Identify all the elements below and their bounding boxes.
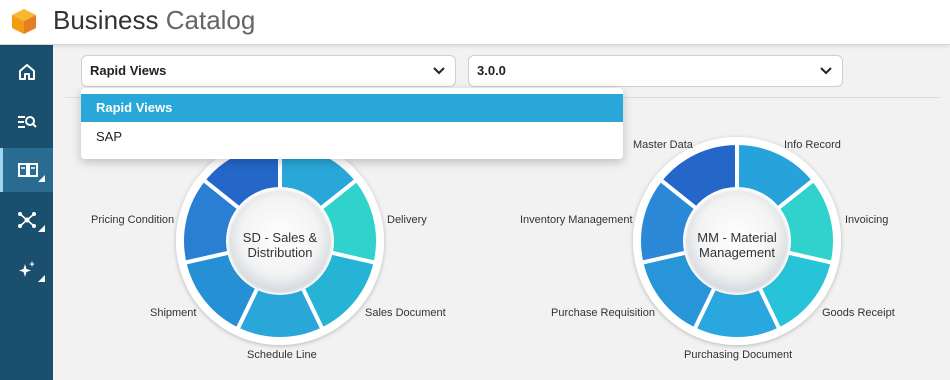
expand-corner-icon xyxy=(38,175,45,182)
center-line: SD - Sales & xyxy=(242,230,318,245)
dropdown-option-sap[interactable]: SAP xyxy=(81,123,623,151)
app-title: Business Catalog xyxy=(53,5,255,36)
app-title-sub: Catalog xyxy=(165,5,256,35)
sidebar-item-search[interactable] xyxy=(0,100,53,144)
app-header: Business Catalog xyxy=(0,0,950,45)
search-list-icon xyxy=(17,116,37,128)
sparkle-icon xyxy=(18,261,35,277)
sidebar-item-network[interactable] xyxy=(0,198,53,242)
dropdown-option-rapid-views[interactable]: Rapid Views xyxy=(81,94,623,122)
segment-label-info-record[interactable]: Info Record xyxy=(784,139,841,151)
book-icon xyxy=(18,163,38,177)
segment-label-purchasing-document[interactable]: Purchasing Document xyxy=(684,349,792,361)
mm-wheel-center-label[interactable]: MM - Material Management xyxy=(677,230,797,260)
center-line: Management xyxy=(699,245,775,260)
sd-wheel-center-label[interactable]: SD - Sales & Distribution xyxy=(220,230,340,260)
segment-label-master-data[interactable]: Master Data xyxy=(633,139,693,151)
sidebar-item-ai[interactable] xyxy=(0,248,53,292)
segment-label-goods-receipt[interactable]: Goods Receipt xyxy=(822,307,895,319)
view-select-value: Rapid Views xyxy=(90,63,167,78)
center-line: MM - Material xyxy=(697,230,777,245)
segment-label-sales-document[interactable]: Sales Document xyxy=(365,307,446,319)
app-title-main: Business xyxy=(53,5,159,35)
segment-label-delivery[interactable]: Delivery xyxy=(387,214,427,226)
segment-label-purchase-requisition[interactable]: Purchase Requisition xyxy=(551,307,655,319)
network-icon xyxy=(17,212,36,228)
view-select[interactable]: Rapid Views xyxy=(81,55,456,87)
segment-label-invoicing[interactable]: Invoicing xyxy=(845,214,888,226)
home-icon xyxy=(18,64,35,80)
version-select[interactable]: 3.0.0 xyxy=(468,55,843,87)
sidebar xyxy=(0,45,53,380)
expand-corner-icon xyxy=(38,225,45,232)
chevron-down-icon xyxy=(820,67,832,75)
segment-label-shipment[interactable]: Shipment xyxy=(150,307,196,319)
center-line: Distribution xyxy=(247,245,313,260)
segment-label-pricing-condition[interactable]: Pricing Condition xyxy=(91,214,174,226)
segment-label-schedule-line[interactable]: Schedule Line xyxy=(247,349,317,361)
sidebar-item-catalog[interactable] xyxy=(0,148,53,192)
view-select-dropdown: Rapid Views SAP xyxy=(81,88,623,159)
chevron-down-icon xyxy=(433,67,445,75)
sidebar-item-home[interactable] xyxy=(0,50,53,94)
expand-corner-icon xyxy=(38,275,45,282)
segment-label-inventory-management[interactable]: Inventory Management xyxy=(520,214,633,226)
cube-logo-icon[interactable] xyxy=(10,7,38,35)
version-select-value: 3.0.0 xyxy=(477,63,506,78)
